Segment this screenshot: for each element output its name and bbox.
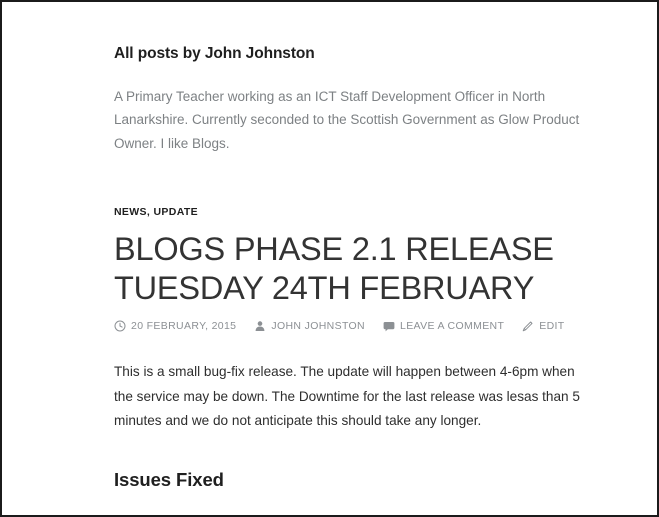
- post-title-link[interactable]: Blogs Phase 2.1 Release Tuesday 24th Feb…: [114, 231, 554, 305]
- clock-icon: [114, 320, 126, 332]
- pencil-icon: [522, 320, 534, 332]
- leave-a-comment-label: Leave a comment: [400, 319, 505, 332]
- post-meta: 20 February, 2015 John Johnston: [114, 320, 606, 332]
- post-date-label: 20 February, 2015: [131, 319, 237, 332]
- post-categories: NEWS, UPDATE: [114, 207, 606, 218]
- edit-post-link[interactable]: Edit: [522, 320, 564, 332]
- content-column: All posts by John Johnston A Primary Tea…: [114, 2, 606, 492]
- post-article: NEWS, UPDATE Blogs Phase 2.1 Release Tue…: [114, 207, 606, 492]
- archive-title: All posts by John Johnston: [114, 45, 315, 62]
- archive-description: A Primary Teacher working as an ICT Staf…: [114, 89, 580, 151]
- post-section-heading-issues-fixed: Issues Fixed: [114, 469, 224, 491]
- category-link-news[interactable]: NEWS: [114, 206, 147, 218]
- browser-viewport: All posts by John Johnston A Primary Tea…: [0, 0, 659, 517]
- post-paragraph-1: This is a small bug-fix release. The upd…: [114, 363, 580, 429]
- post-title: Blogs Phase 2.1 Release Tuesday 24th Feb…: [114, 230, 584, 307]
- category-link-update[interactable]: UPDATE: [153, 206, 198, 218]
- leave-a-comment-link[interactable]: Leave a comment: [383, 320, 504, 332]
- post-author[interactable]: John Johnston: [254, 320, 365, 332]
- archive-page: All posts by John Johnston A Primary Tea…: [2, 2, 657, 492]
- person-icon: [254, 320, 266, 332]
- edit-post-label: Edit: [539, 319, 565, 332]
- post-author-label: John Johnston: [271, 319, 365, 332]
- archive-header: All posts by John Johnston A Primary Tea…: [114, 2, 606, 155]
- category-separator: ,: [146, 205, 151, 218]
- post-body: This is a small bug-fix release. The upd…: [114, 360, 606, 492]
- post-date[interactable]: 20 February, 2015: [114, 320, 236, 332]
- comment-bubble-icon: [383, 320, 395, 332]
